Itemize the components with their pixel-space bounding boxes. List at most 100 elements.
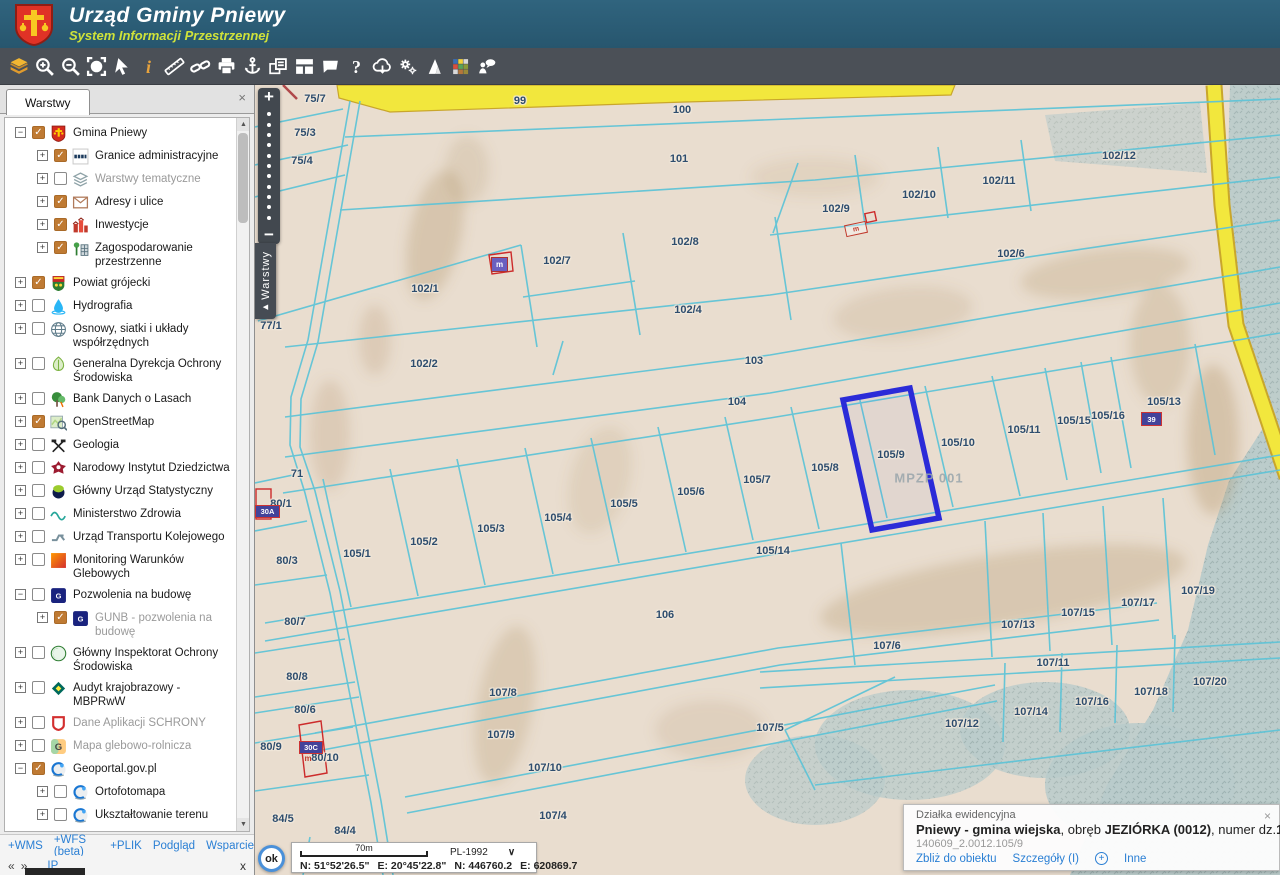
map-viewport[interactable]: 75/79910075/375/4101102/12102/11102/1010… — [255, 85, 1280, 875]
help-button[interactable]: ? — [343, 51, 369, 81]
layer-checkbox[interactable]: ✓ — [54, 195, 67, 208]
expand-toggle[interactable]: + — [15, 358, 26, 369]
zoom-out-button[interactable] — [57, 51, 83, 81]
layer-label[interactable]: Gmina Pniewy — [73, 125, 235, 140]
expand-toggle[interactable]: + — [37, 242, 48, 253]
print-button[interactable] — [213, 51, 239, 81]
layer-checkbox[interactable] — [32, 484, 45, 497]
info-button[interactable]: i — [135, 51, 161, 81]
layer-label[interactable]: Zagospodarowanie przestrzenne — [95, 240, 235, 269]
sidebar-scrollbar[interactable]: ▲ ▼ — [236, 118, 249, 831]
layer-checkbox[interactable]: ✓ — [54, 611, 67, 624]
layer-checkbox[interactable]: ✓ — [32, 762, 45, 775]
anchor-button[interactable] — [239, 51, 265, 81]
layer-checkbox[interactable]: ✓ — [32, 276, 45, 289]
map-warning-button[interactable] — [421, 51, 447, 81]
expand-toggle[interactable]: + — [15, 323, 26, 334]
expand-toggle[interactable]: + — [15, 647, 26, 658]
layer-label[interactable]: Geoportal.gov.pl — [73, 761, 235, 776]
layer-label[interactable]: Adresy i ulice — [95, 194, 235, 209]
sidebar-link-wsparcie[interactable]: Wsparcie — [206, 840, 254, 852]
layer-label[interactable]: Bank Danych o Lasach — [73, 391, 235, 406]
more-link[interactable]: Inne — [1124, 853, 1146, 865]
layer-label[interactable]: Pozwolenia na budowę — [73, 587, 235, 602]
scrollbar-thumb[interactable] — [238, 133, 248, 223]
layer-label[interactable]: Dane Aplikacji SCHRONY — [73, 715, 235, 730]
layer-label[interactable]: Warstwy tematyczne — [95, 171, 235, 186]
expand-toggle[interactable]: − — [15, 763, 26, 774]
sidebar-link--plik[interactable]: +PLIK — [110, 840, 142, 852]
expand-toggle[interactable]: + — [37, 173, 48, 184]
sidebar-link-podgl-d[interactable]: Podgląd — [153, 840, 195, 852]
expand-toggle[interactable]: + — [15, 554, 26, 565]
zoom-out-button[interactable]: − — [264, 226, 274, 244]
scroll-up-icon[interactable]: ▲ — [237, 118, 250, 131]
expand-toggle[interactable]: + — [37, 809, 48, 820]
layer-checkbox[interactable] — [32, 507, 45, 520]
measure-button[interactable] — [161, 51, 187, 81]
expand-toggle[interactable]: + — [37, 786, 48, 797]
layer-label[interactable]: Osnowy, siatki i układy współrzędnych — [73, 321, 235, 350]
layer-label[interactable]: GUNB - pozwolenia na budowę — [95, 610, 235, 639]
zoom-to-object-link[interactable]: Zbliż do obiektu — [916, 853, 997, 865]
layer-checkbox[interactable] — [32, 530, 45, 543]
layer-checkbox[interactable] — [32, 438, 45, 451]
layer-checkbox[interactable] — [54, 172, 67, 185]
layer-label[interactable]: Inwestycje — [95, 217, 235, 232]
layer-label[interactable]: OpenStreetMap — [73, 414, 235, 429]
layer-checkbox[interactable] — [32, 461, 45, 474]
layer-label[interactable]: Mapa glebowo-rolnicza — [73, 738, 235, 753]
expand-toggle[interactable]: + — [15, 485, 26, 496]
layer-label[interactable]: Generalna Dyrekcja Ochrony Środowiska — [73, 356, 235, 385]
settings-button[interactable] — [395, 51, 421, 81]
layer-label[interactable]: Monitoring Warunków Glebowych — [73, 552, 235, 581]
layers-button[interactable] — [5, 51, 31, 81]
select-pointer-button[interactable] — [109, 51, 135, 81]
expand-toggle[interactable]: + — [37, 219, 48, 230]
zoom-in-button[interactable] — [31, 51, 57, 81]
expand-toggle[interactable]: + — [15, 416, 26, 427]
full-extent-button[interactable] — [83, 51, 109, 81]
layer-checkbox[interactable] — [32, 716, 45, 729]
layer-label[interactable]: Powiat grójecki — [73, 275, 235, 290]
expand-toggle[interactable]: + — [15, 462, 26, 473]
expand-toggle[interactable]: + — [15, 277, 26, 288]
legend-grid-button[interactable] — [447, 51, 473, 81]
expand-toggle[interactable]: + — [37, 196, 48, 207]
link-button[interactable] — [187, 51, 213, 81]
expand-toggle[interactable]: + — [37, 150, 48, 161]
zoom-in-button[interactable]: + — [264, 88, 274, 106]
expand-toggle[interactable]: + — [15, 439, 26, 450]
layer-checkbox[interactable] — [54, 808, 67, 821]
page-prev-button[interactable]: « — [8, 859, 15, 873]
details-link[interactable]: Szczegóły (I) — [1013, 853, 1079, 865]
layer-label[interactable]: Ortofotomapa — [95, 784, 235, 799]
layer-checkbox[interactable] — [32, 553, 45, 566]
layer-label[interactable]: Granice administracyjne — [95, 148, 235, 163]
expand-toggle[interactable]: − — [15, 127, 26, 138]
expand-toggle[interactable]: + — [15, 531, 26, 542]
footer-close-button[interactable]: x — [240, 859, 246, 873]
popup-close-icon[interactable]: × — [1264, 809, 1271, 823]
sidebar-link--wfs-beta-[interactable]: +WFS (beta) — [54, 834, 99, 858]
layer-checkbox[interactable] — [32, 322, 45, 335]
user-comment-button[interactable] — [473, 51, 499, 81]
layer-label[interactable]: Narodowy Instytut Dziedzictwa — [73, 460, 235, 475]
layer-label[interactable]: Główny Urząd Statystyczny — [73, 483, 235, 498]
chevron-down-icon[interactable]: ∨ — [508, 847, 515, 858]
expand-toggle[interactable]: + — [37, 612, 48, 623]
layer-checkbox[interactable] — [32, 357, 45, 370]
layer-checkbox[interactable] — [54, 785, 67, 798]
layer-checkbox[interactable] — [32, 392, 45, 405]
layer-checkbox[interactable]: ✓ — [54, 241, 67, 254]
feedback-bubble-button[interactable] — [317, 51, 343, 81]
layer-label[interactable]: Baza Danych Obiektów — [95, 830, 235, 831]
crs-selector[interactable]: PL-1992 — [450, 847, 488, 858]
layer-label[interactable]: Geologia — [73, 437, 235, 452]
ok-button[interactable]: ok — [258, 845, 285, 872]
warstwy-collapse-tab[interactable]: Warstwy ◀ — [255, 243, 276, 319]
layer-checkbox[interactable]: ✓ — [32, 126, 45, 139]
layer-checkbox[interactable]: ✓ — [54, 149, 67, 162]
layer-label[interactable]: Audyt krajobrazowy - MBPRwW — [73, 680, 235, 709]
layer-checkbox[interactable]: ✓ — [32, 415, 45, 428]
